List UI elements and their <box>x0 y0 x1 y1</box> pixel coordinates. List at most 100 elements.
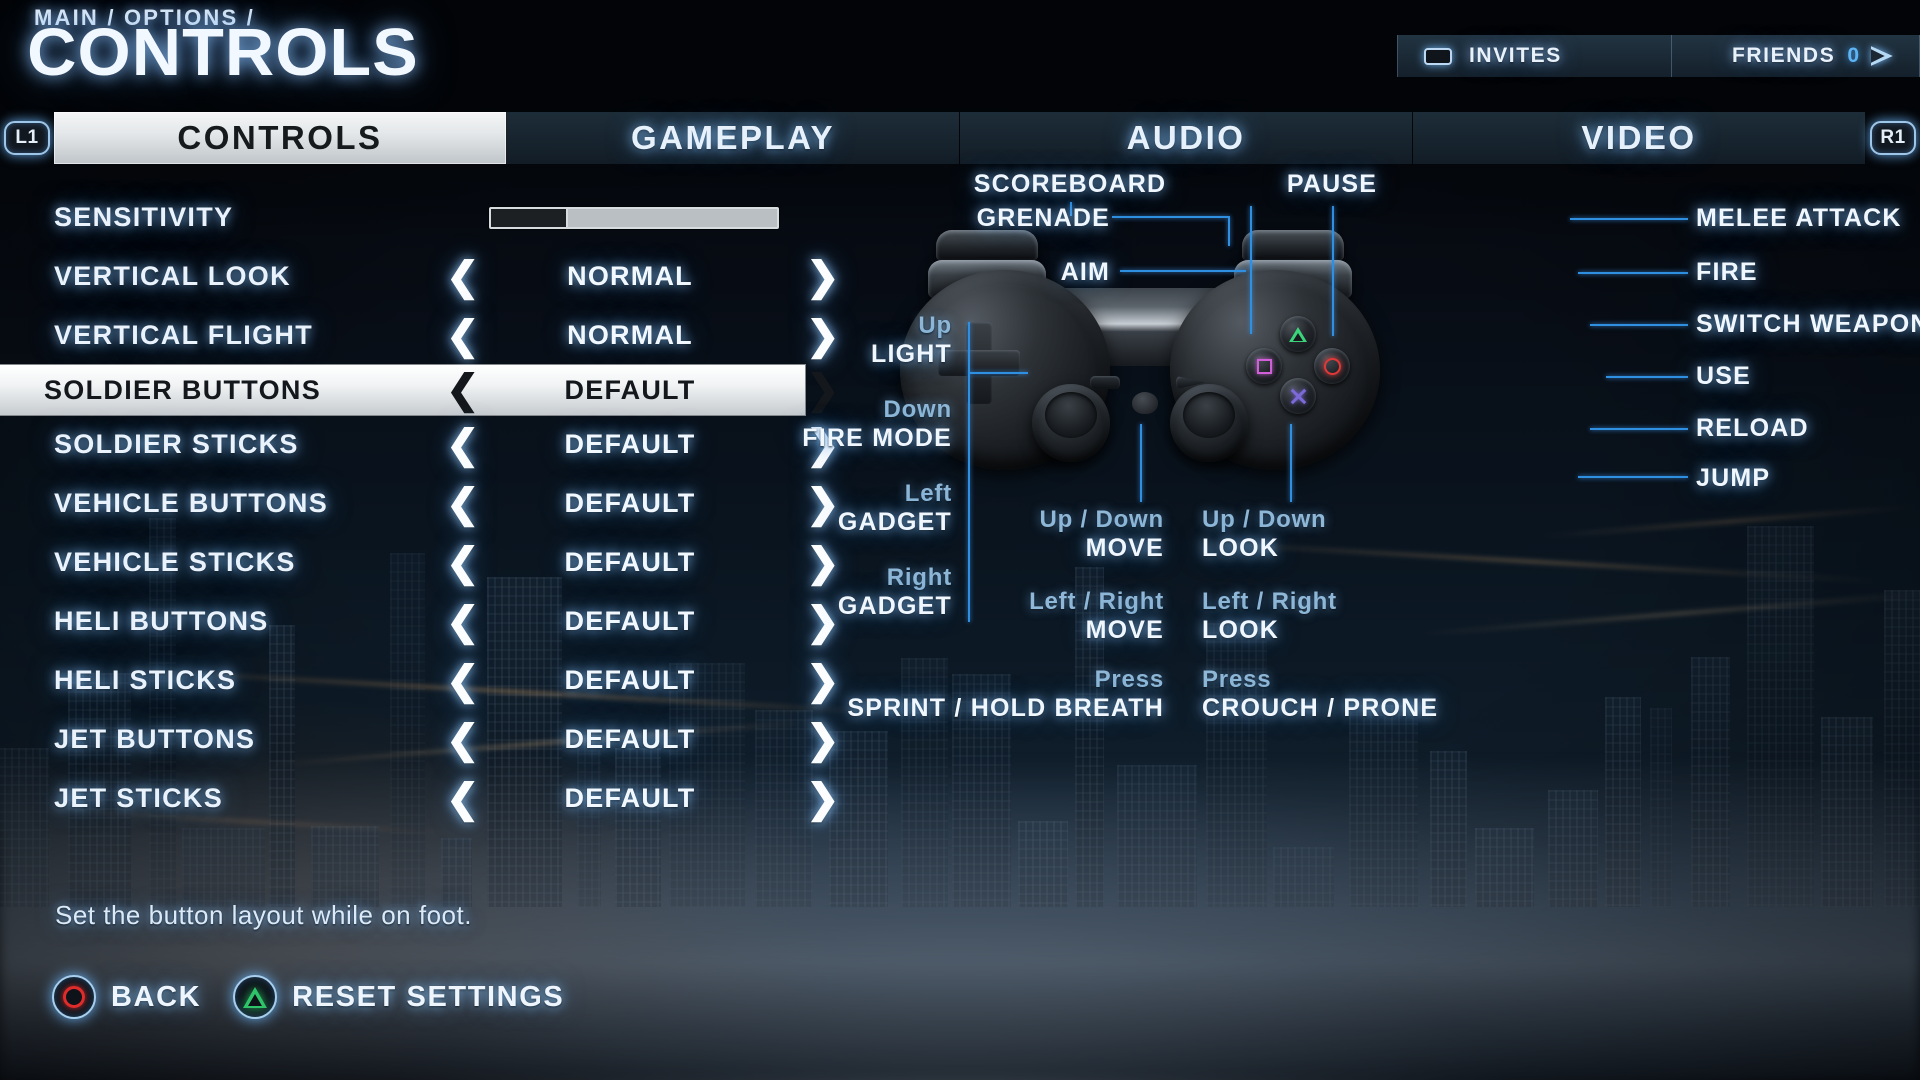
r1-button-icon: R1 <box>1870 121 1916 155</box>
label-right-stick-ud: Up / Down LOOK <box>1202 506 1327 562</box>
label-switch-weapon: SWITCH WEAPON <box>1696 310 1920 338</box>
social-bar: INVITES FRIENDS 0 <box>1397 35 1920 77</box>
setting-name: HELI BUTTONS <box>54 606 269 636</box>
setting-name: SOLDIER BUTTONS <box>44 374 322 405</box>
leader-jump <box>1578 476 1688 478</box>
cross-button <box>1280 378 1316 414</box>
setting-name: HELI STICKS <box>54 665 237 695</box>
setting-value: DEFAULT <box>564 724 696 754</box>
leader-aim <box>1120 270 1246 272</box>
chevron-left-icon[interactable]: ❮ <box>446 316 480 356</box>
chevron-left-icon[interactable]: ❮ <box>446 257 480 297</box>
setting-row[interactable]: SOLDIER BUTTONS ❮ DEFAULT ❯ <box>0 365 840 415</box>
setting-name: VEHICLE STICKS <box>54 547 296 577</box>
invites-button[interactable]: INVITES <box>1397 35 1672 77</box>
setting-description: Set the button layout while on foot. <box>55 900 472 930</box>
leader-grenade-v <box>1228 216 1230 246</box>
tab-gameplay[interactable]: GAMEPLAY <box>507 112 960 164</box>
reset-settings-label: RESET SETTINGS <box>292 980 565 1013</box>
label-scoreboard: SCOREBOARD <box>973 170 1167 198</box>
label-right-stick-press: Press CROUCH / PRONE <box>1202 666 1439 722</box>
chevron-right-icon[interactable]: ❯ <box>806 720 840 760</box>
sensitivity-slider[interactable] <box>489 207 779 229</box>
label-fire: FIRE <box>1696 258 1758 286</box>
l1-button-icon: L1 <box>4 121 50 155</box>
sensitivity-slider-fill <box>491 209 569 227</box>
ps-triangle-icon <box>233 975 278 1019</box>
tab-audio[interactable]: AUDIO <box>960 112 1413 164</box>
leader-right-stick <box>1290 424 1292 502</box>
leader-dpad-up <box>968 372 1028 374</box>
chevron-left-icon[interactable]: ❮ <box>446 484 480 524</box>
controller-diagram: SCOREBOARD PAUSE GRENADE AIM MELEE ATTAC… <box>802 170 1920 736</box>
square-button <box>1246 348 1282 384</box>
label-melee-attack: MELEE ATTACK <box>1696 204 1902 232</box>
triangle-button <box>1280 316 1316 352</box>
back-button[interactable]: BACK <box>52 975 201 1019</box>
ps-home-button <box>1132 392 1158 414</box>
footer-actions: BACK RESET SETTINGS <box>52 975 564 1019</box>
friends-button[interactable]: FRIENDS 0 <box>1672 35 1920 77</box>
label-grenade: GRENADE <box>976 204 1110 232</box>
label-right-stick-lr: Left / Right LOOK <box>1202 588 1337 644</box>
setting-value: DEFAULT <box>564 783 696 813</box>
label-reload: RELOAD <box>1696 414 1809 442</box>
leader-left-stick <box>1140 424 1142 502</box>
right-stick <box>1170 384 1248 462</box>
label-dpad-up: Up LIGHT <box>871 312 952 368</box>
l2-trigger <box>936 230 1038 260</box>
label-aim: AIM <box>1060 258 1110 286</box>
chevron-left-icon[interactable]: ❮ <box>446 661 480 701</box>
leader-fire <box>1578 272 1688 274</box>
tab-video[interactable]: VIDEO <box>1413 112 1866 164</box>
setting-row[interactable]: SENSITIVITY <box>0 188 860 247</box>
chevron-left-icon[interactable]: ❮ <box>446 779 480 819</box>
label-dpad-down: Down FIRE MODE <box>802 396 952 452</box>
setting-name: VEHICLE BUTTONS <box>54 488 329 518</box>
setting-row[interactable]: JET BUTTONS ❮ DEFAULT ❯ <box>0 710 860 769</box>
ps-circle-icon <box>52 975 96 1019</box>
setting-row[interactable]: VERTICAL LOOK ❮ NORMAL ❯ <box>0 247 860 306</box>
setting-value: NORMAL <box>567 261 693 291</box>
setting-name: SOLDIER STICKS <box>54 429 299 459</box>
tab-controls[interactable]: CONTROLS <box>54 112 507 164</box>
right-bumper-hint[interactable]: R1 <box>1866 112 1920 164</box>
left-bumper-hint[interactable]: L1 <box>0 112 54 164</box>
settings-tab-bar: L1 CONTROLS GAMEPLAY AUDIO VIDEO R1 <box>0 112 1920 164</box>
setting-row[interactable]: JET STICKS ❮ DEFAULT ❯ <box>0 769 860 828</box>
label-use: USE <box>1696 362 1752 390</box>
chevron-right-icon[interactable]: ❯ <box>806 779 840 819</box>
circle-button <box>1314 348 1350 384</box>
setting-name: SENSITIVITY <box>54 202 234 232</box>
select-button <box>1090 376 1120 389</box>
setting-name: JET STICKS <box>54 783 224 813</box>
chevron-left-icon[interactable]: ❮ <box>446 602 480 642</box>
chevron-left-icon[interactable]: ❮ <box>446 370 480 410</box>
label-dpad-right: Right GADGET <box>837 564 952 620</box>
setting-name: VERTICAL LOOK <box>54 261 291 291</box>
face-buttons <box>1246 316 1350 414</box>
friends-count: 0 <box>1847 44 1859 67</box>
send-arrow-icon <box>1871 46 1893 66</box>
label-left-stick-press: Press SPRINT / HOLD BREATH <box>847 666 1164 722</box>
label-left-stick-ud: Up / Down MOVE <box>1039 506 1164 562</box>
leader-scoreboard <box>1250 206 1252 334</box>
chevron-left-icon[interactable]: ❮ <box>446 425 480 465</box>
chevron-left-icon[interactable]: ❮ <box>446 720 480 760</box>
reset-settings-button[interactable]: RESET SETTINGS <box>233 975 564 1019</box>
leader-reload <box>1590 428 1688 430</box>
invites-label: INVITES <box>1469 44 1562 67</box>
setting-name: VERTICAL FLIGHT <box>54 320 313 350</box>
setting-value: DEFAULT <box>564 665 696 695</box>
left-stick <box>1032 384 1110 462</box>
friends-label: FRIENDS <box>1731 44 1836 67</box>
leader-switch-weapon <box>1590 324 1688 326</box>
invite-card-icon <box>1424 47 1452 65</box>
r2-trigger <box>1242 230 1344 260</box>
back-label: BACK <box>111 980 202 1013</box>
setting-row[interactable]: HELI STICKS ❮ DEFAULT ❯ <box>0 651 860 710</box>
chevron-left-icon[interactable]: ❮ <box>446 543 480 583</box>
leader-grenade <box>1112 216 1228 218</box>
label-left-stick-lr: Left / Right MOVE <box>1029 588 1164 644</box>
leader-use <box>1606 376 1688 378</box>
